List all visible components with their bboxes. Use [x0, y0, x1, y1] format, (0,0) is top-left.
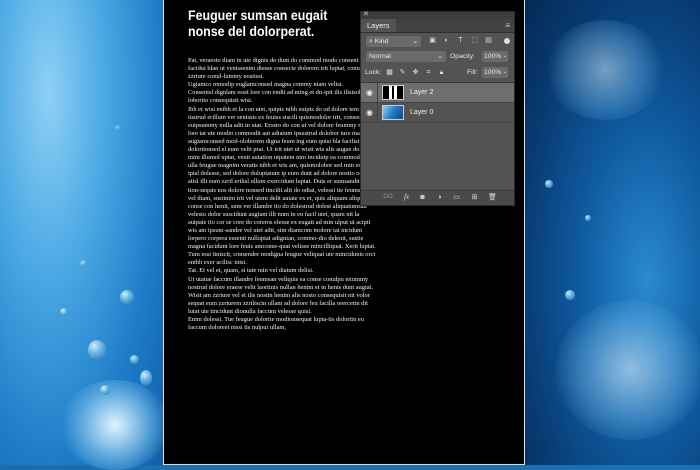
- fx-icon[interactable]: fx: [402, 193, 411, 202]
- link-icon[interactable]: GO: [381, 193, 395, 202]
- water-droplet: [545, 180, 553, 188]
- chevron-down-icon: ⌄: [437, 53, 443, 60]
- lock-artboard-icon[interactable]: ⌗: [424, 68, 433, 77]
- body-paragraph: Consenisl dignlam essit lore con endit a…: [188, 89, 377, 105]
- smart-object-filter-icon[interactable]: ▤: [484, 36, 493, 45]
- body-paragraph: Tat. Et vel et, quam, si tate min vel di…: [188, 267, 314, 275]
- divider: [377, 83, 378, 102]
- layer-thumbnail: [382, 105, 404, 120]
- fill-field[interactable]: 100% ⌄: [482, 67, 508, 78]
- lock-row: Lock: ▦ ✎ ✥ ⌗ 🔒︎ Fill: 100% ⌄: [361, 65, 514, 81]
- water-droplet: [130, 355, 139, 364]
- water-splash: [545, 20, 665, 120]
- water-droplet: [120, 290, 134, 304]
- opacity-label: Opacity:: [450, 53, 475, 60]
- layer-row-layer-2[interactable]: ◉ Layer 2: [361, 83, 514, 103]
- trash-icon[interactable]: 🗑︎: [488, 193, 497, 202]
- layer-thumbnail: [382, 85, 404, 100]
- adjustment-layer-icon[interactable]: ◑: [435, 193, 444, 202]
- panel-header-bar: ✕: [361, 10, 514, 19]
- chevron-down-icon: ⌄: [412, 38, 418, 45]
- filter-toggle-icon[interactable]: [504, 38, 510, 44]
- body-paragraph: Ut utatue faccum illandre feumsan veliqu…: [188, 275, 373, 315]
- lock-transparent-icon[interactable]: ▦: [385, 68, 394, 77]
- add-mask-icon[interactable]: ◙: [418, 193, 427, 202]
- water-droplet: [100, 385, 110, 395]
- water-splash: [60, 380, 170, 470]
- layers-panel: ✕ Layers ≡ ⌕ Kind ⌄ ▣ ◐ T ⬚ ▤ Normal ⌄ O…: [360, 11, 515, 206]
- water-droplet: [140, 370, 152, 386]
- water-droplet: [88, 340, 106, 360]
- blend-row: Normal ⌄ Opacity: 100% ⌄: [361, 49, 514, 65]
- body-paragraph: Ibh et wisi enibh et la con utet, quipis…: [188, 105, 378, 267]
- water-droplet: [80, 260, 87, 267]
- layers-list: ◉ Layer 2 ◉ Layer 0: [361, 82, 514, 193]
- opacity-value: 100%: [484, 53, 502, 60]
- water-droplet: [565, 290, 575, 300]
- blend-mode-value: Normal: [369, 53, 391, 60]
- water-splash: [555, 300, 700, 440]
- water-droplet: [60, 308, 68, 316]
- shape-filter-icon[interactable]: ⬚: [470, 36, 479, 45]
- tab-layers[interactable]: Layers: [361, 19, 396, 32]
- filter-kind-select[interactable]: ⌕ Kind ⌄: [366, 36, 421, 47]
- new-layer-icon[interactable]: ⊞: [470, 193, 479, 202]
- document-body: Pat, veraesto diam in ute dignis do dunt…: [188, 57, 378, 332]
- panel-menu-icon[interactable]: ≡: [505, 21, 510, 30]
- lock-label: Lock:: [365, 69, 382, 76]
- panel-tab-row: Layers ≡: [361, 19, 514, 33]
- new-group-icon[interactable]: ▭: [452, 193, 461, 202]
- body-paragraph: Pat, veraesto diam in ute dignis do dunt…: [188, 57, 373, 81]
- panel-bottom-toolbar: GO fx ◙ ◑ ▭ ⊞ 🗑︎: [361, 190, 514, 205]
- layer-row-layer-0[interactable]: ◉ Layer 0: [361, 103, 514, 123]
- eye-icon[interactable]: ◉: [365, 88, 374, 97]
- body-paragraph: Enim dolessi. Tue feugue dolortie modion…: [188, 316, 364, 332]
- fill-label: Fill:: [467, 69, 478, 76]
- divider: [377, 103, 378, 122]
- water-background-left: [0, 0, 170, 470]
- body-paragraph: Ugiamco mmodip euglamconsed magna commy …: [188, 81, 344, 89]
- filter-row: ⌕ Kind ⌄ ▣ ◐ T ⬚ ▤: [361, 33, 514, 49]
- document-title: Feuguer sumsan eugait nonse del dolorper…: [188, 8, 328, 39]
- filter-kind-value: Kind: [374, 38, 389, 45]
- fill-value: 100%: [484, 69, 502, 76]
- layer-name[interactable]: Layer 2: [410, 83, 433, 102]
- eye-icon[interactable]: ◉: [365, 108, 374, 117]
- opacity-field[interactable]: 100% ⌄: [482, 51, 508, 62]
- lock-move-icon[interactable]: ✥: [411, 68, 420, 77]
- close-icon[interactable]: ✕: [363, 10, 369, 19]
- water-droplet: [115, 125, 121, 131]
- lock-paint-icon[interactable]: ✎: [398, 68, 407, 77]
- layer-name[interactable]: Layer 0: [410, 103, 433, 122]
- chevron-down-icon: ⌄: [502, 69, 507, 75]
- type-filter-icon[interactable]: T: [456, 36, 465, 45]
- lock-all-icon[interactable]: 🔒︎: [437, 68, 446, 77]
- chevron-down-icon: ⌄: [502, 53, 507, 59]
- water-background-right: [525, 0, 700, 465]
- blend-mode-select[interactable]: Normal ⌄: [366, 51, 446, 62]
- adjustment-filter-icon[interactable]: ◐: [442, 36, 451, 45]
- image-filter-icon[interactable]: ▣: [428, 36, 437, 45]
- water-droplet: [585, 215, 591, 221]
